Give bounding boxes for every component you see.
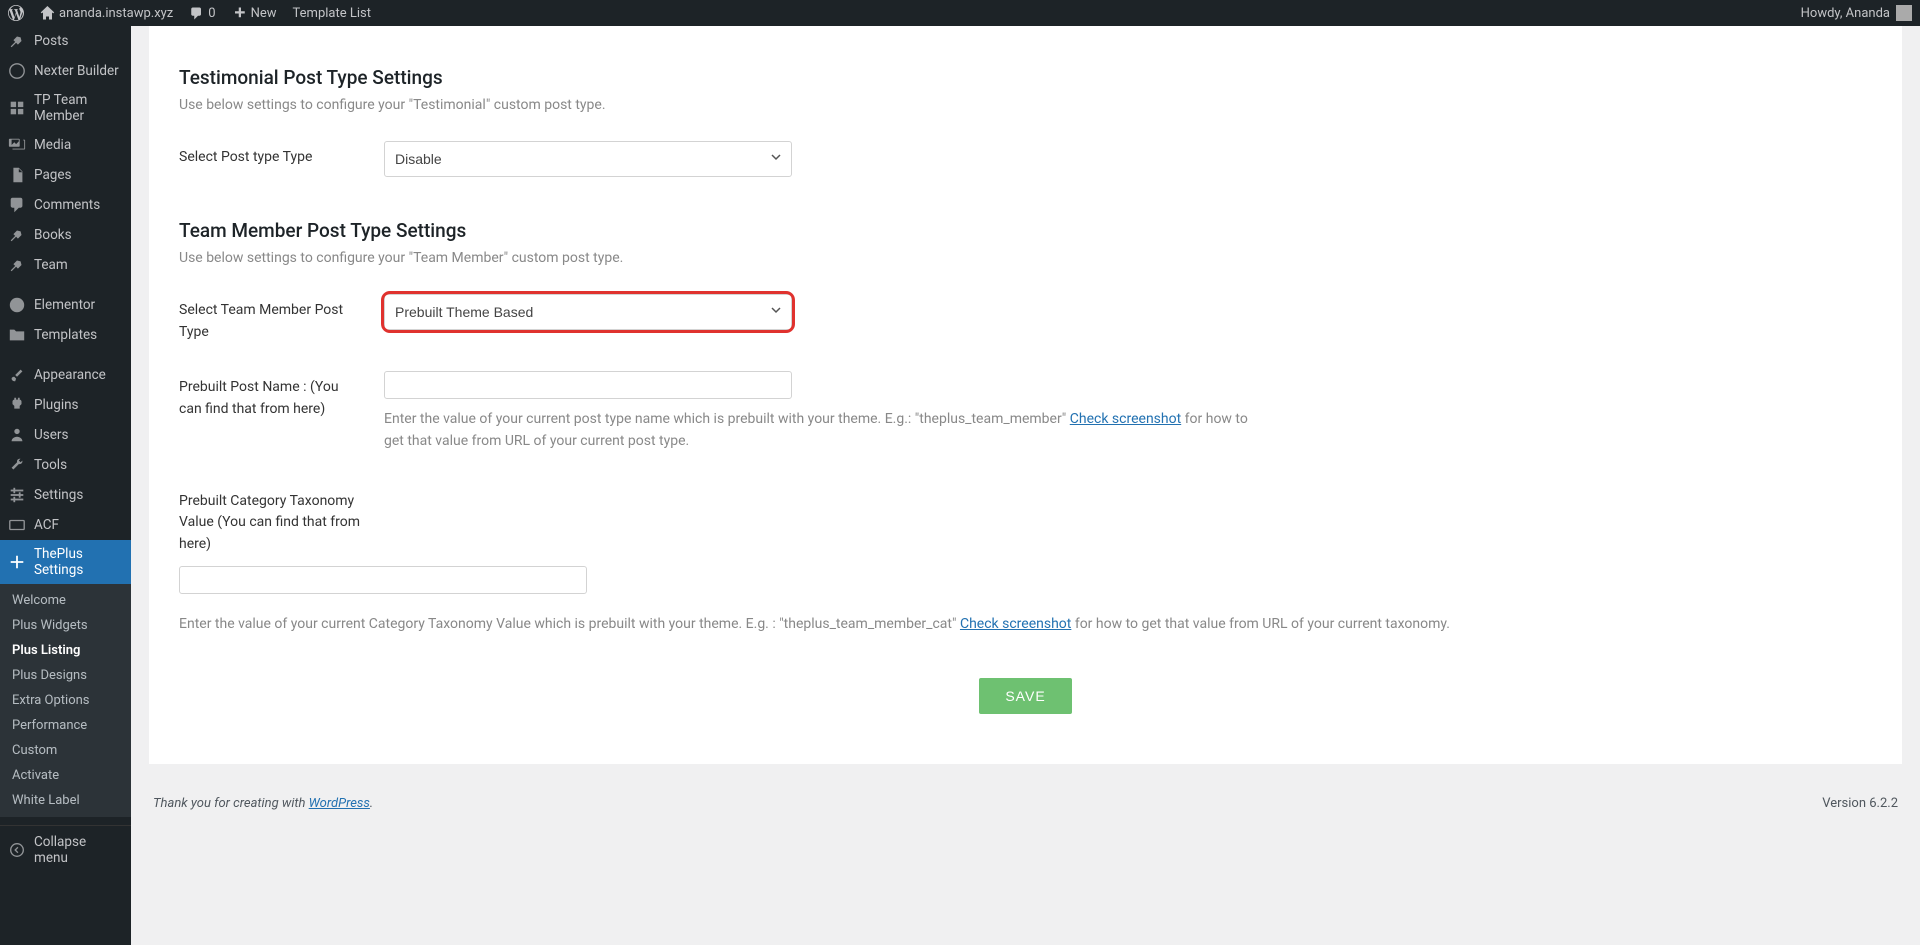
main-content: Testimonial Post Type Settings Use below… [131, 26, 1920, 945]
submenu-extra-options[interactable]: Extra Options [0, 688, 131, 713]
save-button[interactable]: SAVE [979, 678, 1071, 714]
pin-icon [8, 256, 26, 274]
prebuilt-tax-help: Enter the value of your current Category… [179, 614, 1872, 636]
comments-link[interactable]: 0 [189, 6, 215, 21]
new-link[interactable]: New [232, 6, 277, 21]
team-select-label: Select Team Member Post Type [179, 294, 364, 343]
submenu-custom[interactable]: Custom [0, 738, 131, 763]
plus-icon [8, 553, 26, 571]
pin-icon [8, 32, 26, 50]
home-icon [40, 6, 55, 21]
submenu-plus-designs[interactable]: Plus Designs [0, 663, 131, 688]
prebuilt-tax-label: Prebuilt Category Taxonomy Value (You ca… [179, 485, 364, 556]
sidebar-item-tools[interactable]: Tools [0, 450, 131, 480]
sidebar-item-plugins[interactable]: Plugins [0, 390, 131, 420]
acf-icon [8, 516, 26, 534]
check-screenshot-link-2[interactable]: Check screenshot [960, 616, 1071, 632]
avatar [1896, 5, 1912, 21]
comment-icon [189, 6, 204, 21]
sidebar-item-appearance[interactable]: Appearance [0, 360, 131, 390]
team-desc: Use below settings to configure your "Te… [179, 250, 1872, 266]
site-name: ananda.instawp.xyz [59, 6, 173, 21]
alert-icon [8, 62, 26, 80]
media-icon [8, 136, 26, 154]
collapse-menu[interactable]: Collapse menu [0, 825, 131, 874]
prebuilt-name-input[interactable] [384, 371, 792, 399]
testimonial-section: Testimonial Post Type Settings Use below… [179, 66, 1872, 177]
sidebar-item-users[interactable]: Users [0, 420, 131, 450]
page-icon [8, 166, 26, 184]
team-section: Team Member Post Type Settings Use below… [179, 219, 1872, 636]
site-link[interactable]: ananda.instawp.xyz [40, 6, 173, 21]
submenu-plus-listing[interactable]: Plus Listing [0, 638, 131, 663]
submenu-plus-widgets[interactable]: Plus Widgets [0, 613, 131, 638]
testimonial-post-type-select[interactable]: Disable [384, 141, 792, 177]
sidebar-item-templates[interactable]: Templates [0, 320, 131, 350]
wrench-icon [8, 456, 26, 474]
sidebar-item-posts[interactable]: Posts [0, 26, 131, 56]
sidebar-item-team[interactable]: Team [0, 250, 131, 280]
team-post-type-select[interactable]: Prebuilt Theme Based [384, 294, 792, 330]
team-select-highlight: Prebuilt Theme Based [384, 294, 792, 330]
testimonial-desc: Use below settings to configure your "Te… [179, 97, 1872, 113]
pin-icon [8, 226, 26, 244]
sidebar-item-pages[interactable]: Pages [0, 160, 131, 190]
prebuilt-name-help: Enter the value of your current post typ… [384, 409, 1259, 452]
new-label: New [251, 6, 277, 21]
plus-icon [232, 6, 247, 21]
collapse-icon [8, 841, 26, 859]
plug-icon [8, 396, 26, 414]
folder-icon [8, 326, 26, 344]
team-title: Team Member Post Type Settings [179, 219, 1872, 242]
settings-icon [8, 486, 26, 504]
sidebar-item-books[interactable]: Books [0, 220, 131, 250]
sidebar-item-tp-team[interactable]: TP Team Member [0, 86, 131, 130]
check-screenshot-link[interactable]: Check screenshot [1070, 411, 1181, 427]
sidebar-item-acf[interactable]: ACF [0, 510, 131, 540]
sidebar-item-comments[interactable]: Comments [0, 190, 131, 220]
account-link[interactable]: Howdy, Ananda [1801, 5, 1912, 21]
admin-topbar: ananda.instawp.xyz 0 New Template List H… [0, 0, 1920, 26]
submenu-performance[interactable]: Performance [0, 713, 131, 738]
wordpress-link[interactable]: WordPress [309, 796, 370, 811]
prebuilt-tax-input[interactable] [179, 566, 587, 594]
sidebar-item-settings[interactable]: Settings [0, 480, 131, 510]
template-list-link[interactable]: Template List [293, 6, 371, 21]
theplus-submenu: Welcome Plus Widgets Plus Listing Plus D… [0, 584, 131, 817]
comments-count: 0 [208, 6, 215, 21]
sidebar-item-media[interactable]: Media [0, 130, 131, 160]
comment-icon [8, 196, 26, 214]
elementor-icon [8, 296, 26, 314]
sidebar-item-elementor[interactable]: Elementor [0, 290, 131, 320]
admin-sidebar: Posts Nexter Builder TP Team Member Medi… [0, 26, 131, 945]
submenu-activate[interactable]: Activate [0, 763, 131, 788]
page-footer: Thank you for creating with WordPress. V… [149, 784, 1902, 823]
version-label: Version 6.2.2 [1822, 796, 1898, 811]
sidebar-item-nexter[interactable]: Nexter Builder [0, 56, 131, 86]
greeting: Howdy, Ananda [1801, 6, 1890, 21]
wordpress-icon [8, 5, 24, 21]
wp-logo[interactable] [8, 5, 24, 21]
user-icon [8, 426, 26, 444]
testimonial-select-label: Select Post type Type [179, 141, 364, 169]
submenu-welcome[interactable]: Welcome [0, 588, 131, 613]
brush-icon [8, 366, 26, 384]
submenu-white-label[interactable]: White Label [0, 788, 131, 813]
prebuilt-name-label: Prebuilt Post Name : (You can find that … [179, 371, 364, 420]
grid-icon [8, 99, 26, 117]
testimonial-title: Testimonial Post Type Settings [179, 66, 1872, 89]
sidebar-item-theplus[interactable]: ThePlus Settings [0, 540, 131, 584]
